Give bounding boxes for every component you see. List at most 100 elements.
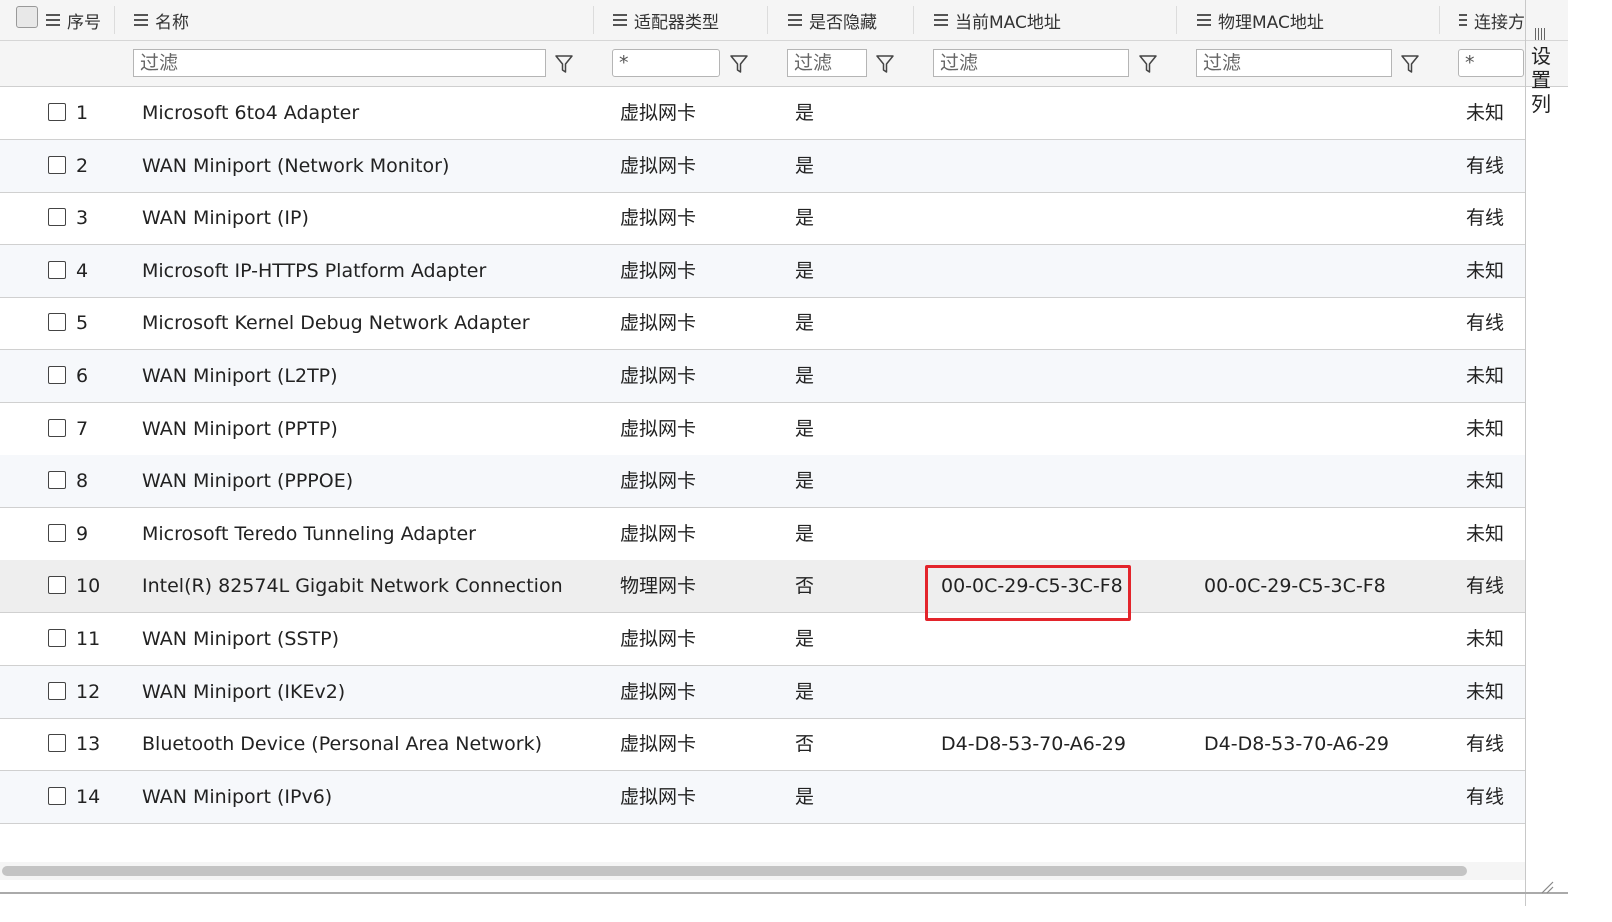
table-row[interactable]: 11 WAN Miniport (SSTP) 虚拟网卡 是 未知: [0, 613, 1525, 666]
table-row[interactable]: 4 Microsoft IP-HTTPS Platform Adapter 虚拟网卡…: [0, 244, 1525, 298]
row-checkbox[interactable]: [48, 418, 66, 437]
row-checkbox[interactable]: [48, 681, 66, 700]
row-hidden: 是: [795, 154, 815, 177]
row-connection: 有线: [1466, 733, 1505, 756]
row-checkbox[interactable]: [48, 786, 66, 805]
row-adapter-type: 虚拟网卡: [620, 680, 697, 703]
row-name: WAN Miniport (IP): [142, 207, 309, 230]
row-adapter-type: 虚拟网卡: [620, 207, 697, 230]
column-menu-icon[interactable]: [134, 14, 148, 26]
table-row[interactable]: 14 WAN Miniport (IPv6) 虚拟网卡 是 有线: [0, 770, 1525, 824]
column-menu-icon[interactable]: [788, 14, 802, 26]
hidden-filter-input[interactable]: [787, 49, 867, 77]
column-header-connection[interactable]: 连接方: [1459, 0, 1525, 40]
row-connection: 有线: [1466, 575, 1505, 598]
resize-grip-icon[interactable]: [1540, 880, 1554, 894]
table-row[interactable]: 13 Bluetooth Device (Personal Area Networ…: [0, 718, 1525, 772]
column-resize-handle[interactable]: [1439, 6, 1440, 34]
row-checkbox[interactable]: [48, 366, 66, 384]
physical-mac-filter-input[interactable]: [1196, 49, 1392, 77]
row-name: Bluetooth Device (Personal Area Network): [142, 733, 543, 756]
row-hidden: 是: [795, 522, 815, 545]
column-menu-icon[interactable]: [1459, 14, 1467, 26]
column-resize-handle[interactable]: [114, 6, 115, 34]
column-header-physical-mac[interactable]: 物理MAC地址: [1197, 0, 1324, 40]
row-name: WAN Miniport (Network Monitor): [142, 154, 450, 177]
column-header-current-mac[interactable]: 当前MAC地址: [934, 0, 1061, 40]
row-index: 13: [76, 733, 101, 756]
row-connection: 未知: [1466, 628, 1505, 650]
column-header-index[interactable]: 序号: [46, 0, 101, 40]
table-row[interactable]: 6 WAN Miniport (L2TP) 虚拟网卡 是 未知: [0, 350, 1525, 403]
row-checkbox[interactable]: [48, 103, 66, 121]
row-adapter-type: 虚拟网卡: [620, 628, 697, 650]
row-hidden: 是: [795, 365, 815, 387]
row-physical-mac: 00-0C-29-C5-3C-F8: [1204, 575, 1386, 598]
filter-funnel-icon[interactable]: [1138, 53, 1158, 75]
adapter-grid: 序号 名称 适配器类型 是否隐藏 当前MAC地址 物理MAC地址 连接方 过滤 …: [0, 0, 1568, 906]
column-resize-handle[interactable]: [913, 6, 914, 34]
column-resize-handle[interactable]: [1176, 6, 1177, 34]
row-checkbox[interactable]: [48, 734, 66, 753]
row-connection: 有线: [1466, 207, 1505, 230]
horizontal-scrollbar-thumb[interactable]: [2, 866, 1467, 876]
row-name: WAN Miniport (L2TP): [142, 365, 338, 387]
table-row[interactable]: 1 Microsoft 6to4 Adapter 虚拟网卡 是 未知: [0, 87, 1525, 140]
settings-label-char: 置: [1531, 68, 1551, 92]
row-hidden: 是: [795, 680, 815, 703]
table-row[interactable]: 9 Microsoft Teredo Tunneling Adapter 虚拟网卡 是…: [0, 508, 1525, 561]
row-index: 14: [76, 785, 101, 808]
row-checkbox[interactable]: [48, 523, 66, 542]
table-row[interactable]: 2 WAN Miniport (Network Monitor) 虚拟网卡 是 有线: [0, 139, 1525, 193]
settings-label-char: 设: [1531, 44, 1551, 68]
select-all-checkbox[interactable]: [16, 6, 38, 28]
filter-funnel-icon[interactable]: [729, 53, 749, 75]
row-index: 8: [76, 470, 89, 493]
row-connection: 未知: [1466, 259, 1505, 282]
column-header-hidden[interactable]: 是否隐藏: [788, 0, 877, 40]
table-row[interactable]: 8 WAN Miniport (PPPOE) 虚拟网卡 是 未知: [0, 455, 1525, 509]
row-adapter-type: 虚拟网卡: [620, 785, 697, 808]
row-checkbox[interactable]: [48, 260, 66, 279]
table-row[interactable]: 3 WAN Miniport (IP) 虚拟网卡 是 有线: [0, 192, 1525, 246]
filter-funnel-icon[interactable]: [875, 53, 895, 75]
row-index: 2: [76, 154, 89, 177]
row-physical-mac: D4-D8-53-70-A6-29: [1204, 733, 1389, 756]
row-checkbox[interactable]: [48, 629, 66, 647]
column-menu-icon[interactable]: [46, 14, 60, 26]
column-resize-handle[interactable]: [593, 6, 594, 34]
filter-funnel-icon[interactable]: [554, 53, 574, 75]
highlight-box: [925, 565, 1131, 621]
column-label: 是否隐藏: [809, 12, 877, 33]
name-filter-input[interactable]: [133, 49, 546, 77]
row-checkbox[interactable]: [48, 471, 66, 490]
column-resize-handle[interactable]: [767, 6, 768, 34]
row-name: WAN Miniport (SSTP): [142, 628, 339, 650]
column-menu-icon[interactable]: [934, 14, 948, 26]
current-mac-filter-input[interactable]: [933, 49, 1129, 77]
row-checkbox[interactable]: [48, 313, 66, 332]
settings-label-char: 列: [1531, 92, 1551, 116]
column-header-adapter-type[interactable]: 适配器类型: [613, 0, 719, 40]
row-name: Microsoft Teredo Tunneling Adapter: [142, 522, 476, 545]
column-menu-icon[interactable]: [613, 14, 627, 26]
row-name: WAN Miniport (IPv6): [142, 785, 333, 808]
filter-funnel-icon[interactable]: [1400, 53, 1420, 75]
connection-filter-input[interactable]: [1458, 49, 1524, 77]
column-header-name[interactable]: 名称: [134, 0, 189, 40]
table-row[interactable]: 7 WAN Miniport (PPTP) 虚拟网卡 是 未知: [0, 403, 1525, 456]
column-settings-button[interactable]: 设 置 列: [1528, 28, 1554, 116]
adapter-type-filter-input[interactable]: [612, 49, 720, 77]
row-connection: 未知: [1466, 522, 1505, 545]
row-checkbox[interactable]: [48, 155, 66, 174]
row-index: 9: [76, 522, 89, 545]
table-row[interactable]: 10 Intel(R) 82574L Gigabit Network Connec…: [0, 560, 1525, 614]
row-checkbox[interactable]: [48, 576, 66, 595]
table-row[interactable]: 12 WAN Miniport (IKEv2) 虚拟网卡 是 未知: [0, 665, 1525, 719]
table-row[interactable]: 5 Microsoft Kernel Debug Network Adapter 虚…: [0, 297, 1525, 351]
row-checkbox[interactable]: [48, 208, 66, 227]
row-adapter-type: 物理网卡: [620, 575, 697, 598]
row-name: Microsoft Kernel Debug Network Adapter: [142, 312, 530, 335]
column-menu-icon[interactable]: [1197, 14, 1211, 26]
row-current-mac: D4-D8-53-70-A6-29: [941, 733, 1126, 756]
